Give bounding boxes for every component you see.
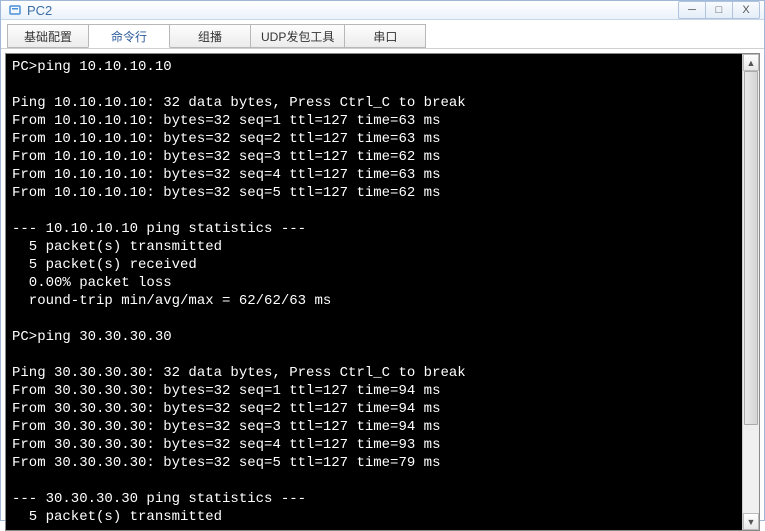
- close-button[interactable]: X: [732, 1, 760, 19]
- tab-multicast[interactable]: 组播: [169, 24, 251, 48]
- window-title: PC2: [27, 3, 52, 18]
- title-bar[interactable]: PC2 ─ □ X: [1, 1, 764, 20]
- scroll-up-button[interactable]: ▲: [743, 54, 759, 71]
- tab-basic-config[interactable]: 基础配置: [7, 24, 89, 48]
- maximize-button[interactable]: □: [705, 1, 733, 19]
- window-controls: ─ □ X: [679, 1, 760, 19]
- terminal-container: PC>ping 10.10.10.10 Ping 10.10.10.10: 32…: [5, 53, 760, 531]
- terminal-output[interactable]: PC>ping 10.10.10.10 Ping 10.10.10.10: 32…: [6, 54, 742, 530]
- tab-command-line[interactable]: 命令行: [88, 24, 170, 48]
- app-window: PC2 ─ □ X 基础配置 命令行 组播 UDP发包工具 串口 PC>ping…: [0, 0, 765, 521]
- tab-serial[interactable]: 串口: [344, 24, 426, 48]
- tab-udp-tool[interactable]: UDP发包工具: [250, 24, 345, 48]
- minimize-button[interactable]: ─: [678, 1, 706, 19]
- title-left: PC2: [7, 2, 52, 18]
- scroll-down-button[interactable]: ▼: [743, 513, 759, 530]
- scroll-track[interactable]: [743, 71, 759, 513]
- tab-bar: 基础配置 命令行 组播 UDP发包工具 串口: [1, 20, 764, 49]
- scroll-thumb[interactable]: [744, 71, 758, 425]
- app-icon: [7, 2, 23, 18]
- vertical-scrollbar[interactable]: ▲ ▼: [742, 54, 759, 530]
